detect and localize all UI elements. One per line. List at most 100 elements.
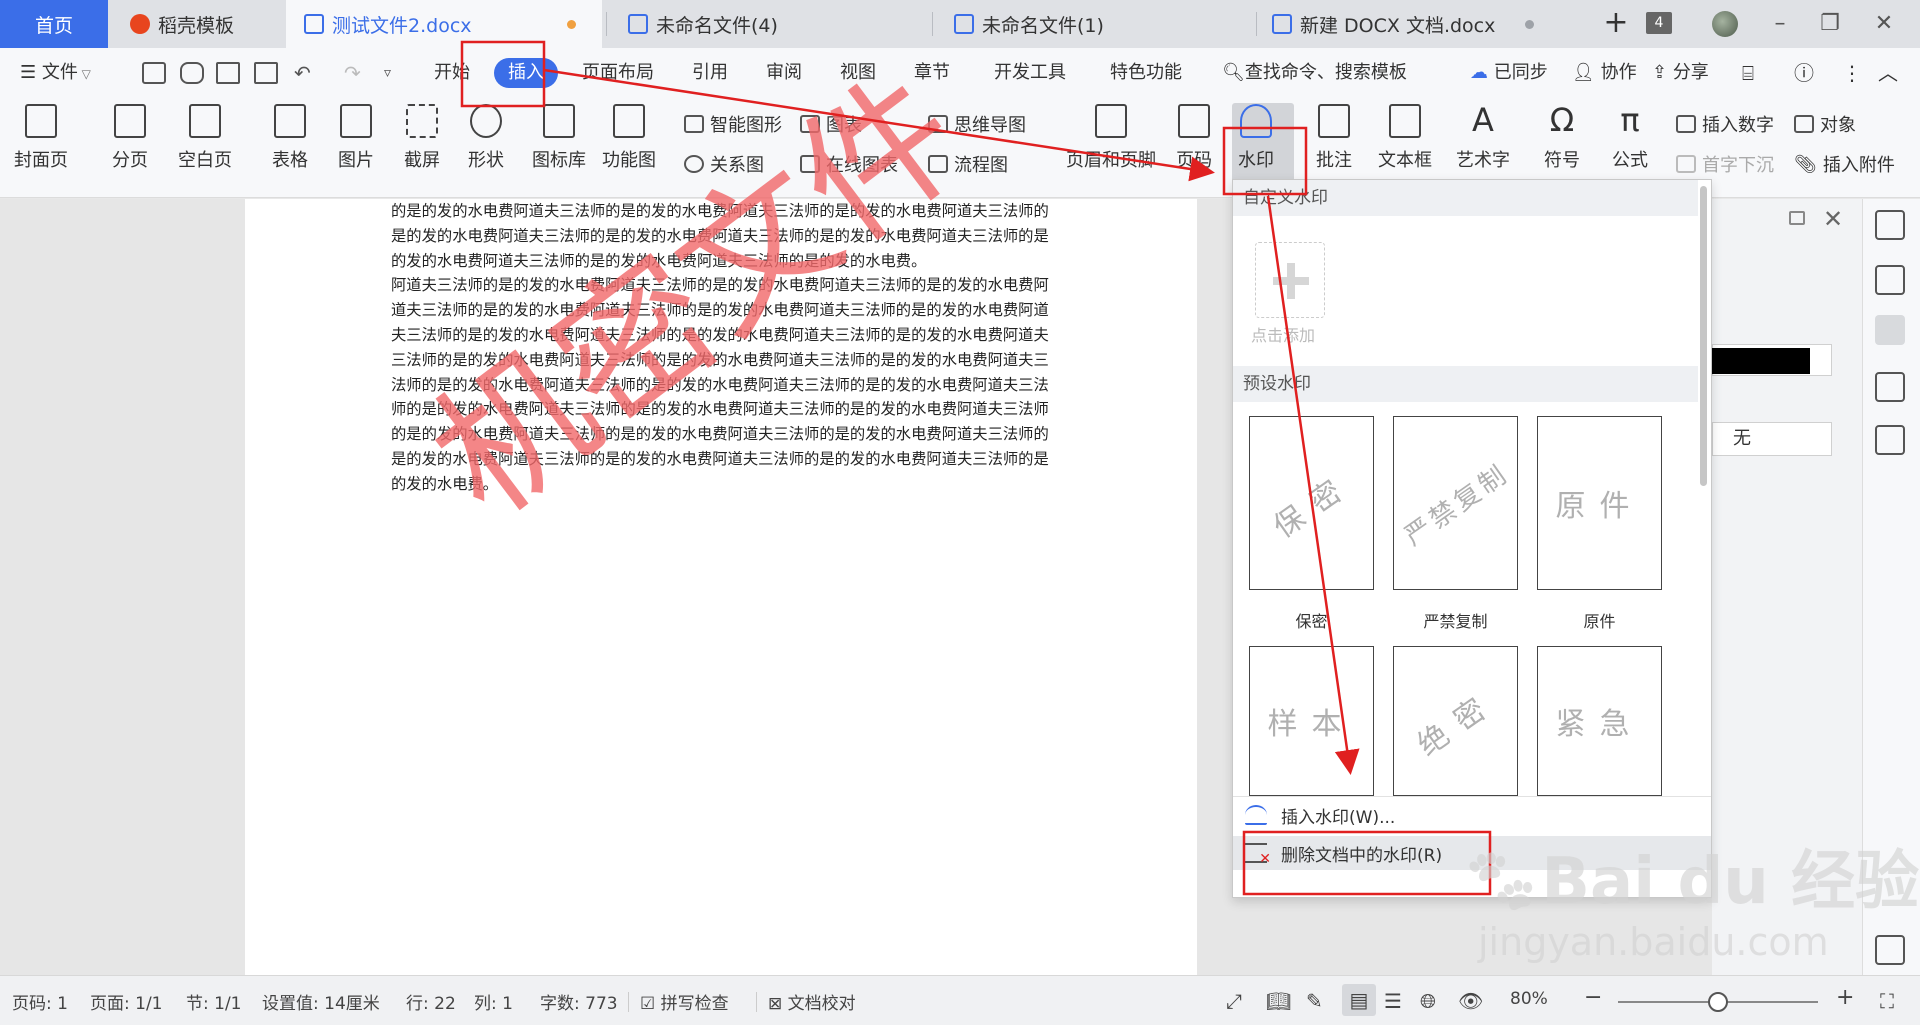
shape-label: 形状 [468, 150, 504, 171]
drop-cap-button[interactable]: 首字下沉 [1676, 151, 1774, 177]
shape-button[interactable]: 形状 [468, 104, 504, 172]
customize-toolbar-icon[interactable]: ▿ [384, 58, 391, 88]
avatar[interactable] [1712, 11, 1738, 37]
attachment-button[interactable]: 📎︎ 插入附件 [1794, 151, 1895, 177]
preset-watermark[interactable]: 样本 [1249, 646, 1374, 796]
status-pages[interactable]: 页面: 1/1 [90, 989, 163, 1014]
preset-watermark[interactable]: 保密 [1249, 416, 1374, 590]
lock-icon[interactable] [1789, 211, 1805, 225]
watermark-label: 水印 [1238, 150, 1274, 171]
layout-switch-icon[interactable]: ⌸ [1742, 58, 1754, 88]
tab-start[interactable]: 开始 [434, 58, 470, 88]
add-custom-watermark-button[interactable] [1255, 242, 1325, 318]
minimize-icon[interactable]: – [1762, 8, 1798, 40]
print-icon[interactable] [216, 62, 240, 84]
tab-close-icon[interactable] [1525, 20, 1534, 29]
preset-watermark[interactable]: 严禁复制 [1393, 416, 1518, 590]
status-page-number[interactable]: 页码: 1 [12, 989, 68, 1014]
function-chart-button[interactable]: 功能图 [602, 104, 656, 172]
table-button[interactable]: 表格 [272, 104, 308, 172]
eye-protect-icon[interactable]: 👁︎ [1458, 989, 1483, 1013]
write-mode-icon[interactable]: ✎ [1306, 989, 1323, 1013]
tab-doc2[interactable]: 测试文件2.docx [286, 0, 602, 48]
cover-page-button[interactable]: 封面页 [14, 104, 68, 172]
style-select[interactable]: 无 [1712, 422, 1832, 456]
icon-library-button[interactable]: 图标库 [532, 104, 586, 172]
zoom-slider[interactable] [1618, 990, 1818, 1014]
new-tab-button[interactable]: + [1598, 6, 1634, 42]
page-number-button[interactable]: 页码 [1176, 104, 1212, 172]
zoom-in-icon[interactable]: + [1836, 985, 1854, 1010]
select-cursor-icon[interactable] [1875, 265, 1905, 295]
print-preview-icon[interactable] [254, 62, 278, 84]
status-section[interactable]: 节: 1/1 [186, 989, 242, 1014]
edit-pen-icon[interactable] [1875, 210, 1905, 240]
preset-watermark[interactable]: 紧急 [1537, 646, 1662, 796]
fullscreen-icon[interactable]: ⤢ [1226, 989, 1242, 1013]
header-footer-button[interactable]: 页眉和页脚 [1066, 104, 1156, 172]
read-mode-icon[interactable]: 📖︎ [1266, 989, 1291, 1013]
wordart-button[interactable]: A 艺术字 [1456, 104, 1510, 172]
format-painter-icon[interactable] [180, 62, 204, 84]
file-menu[interactable]: ☰ 文件 ▽ [20, 58, 91, 88]
symbol-label: 符号 [1544, 150, 1580, 171]
more-icon[interactable]: ⋮ [1842, 58, 1862, 88]
object-button[interactable]: 对象 [1794, 111, 1856, 137]
collapse-ribbon-icon[interactable]: ︿ [1878, 58, 1898, 88]
spell-check-button[interactable]: ☑ 拼写检查 [640, 989, 729, 1014]
tab-template[interactable]: 稻壳模板 [112, 0, 284, 48]
status-setting[interactable]: 设置值: 14厘米 [262, 989, 380, 1014]
symbol-button[interactable]: Ω 符号 [1544, 104, 1580, 172]
tab-reference[interactable]: 引用 [692, 58, 728, 88]
redo-icon[interactable]: ↷ [344, 58, 361, 88]
insert-number-button[interactable]: 插入数字 [1676, 111, 1774, 137]
status-row[interactable]: 行: 22 [406, 989, 456, 1014]
preset-watermark[interactable]: 原件 [1537, 416, 1662, 590]
insert-watermark-item[interactable]: 插入水印(W)... [1233, 798, 1711, 832]
grid-apps-icon[interactable] [1875, 935, 1905, 965]
close-window-icon[interactable]: ✕ [1866, 8, 1902, 40]
zoom-value[interactable]: 80% [1510, 989, 1548, 1009]
tab-chapter[interactable]: 章节 [914, 58, 950, 88]
help-icon[interactable]: ⓘ [1794, 58, 1814, 88]
picture-button[interactable]: 图片 [338, 104, 374, 172]
watermark-button[interactable]: 水印 [1238, 104, 1274, 172]
dropdown-scroll-thumb[interactable] [1700, 186, 1707, 486]
formula-button[interactable]: π 公式 [1612, 104, 1648, 172]
lock-icon[interactable] [1875, 372, 1905, 402]
status-col[interactable]: 列: 1 [474, 989, 513, 1014]
tab-insert[interactable]: 插入 [494, 58, 558, 88]
close-icon[interactable]: ✕ [1823, 205, 1843, 233]
status-word-count[interactable]: 字数: 773 [540, 989, 618, 1014]
textbox-button[interactable]: 文本框 [1378, 104, 1432, 172]
zoom-out-icon[interactable]: − [1584, 985, 1602, 1010]
preset-watermark[interactable]: 绝密 [1393, 646, 1518, 796]
restore-icon[interactable]: ❐ [1812, 8, 1848, 40]
page-view-icon[interactable]: ▤ [1342, 984, 1376, 1016]
outline-view-icon[interactable]: ☰ [1384, 989, 1402, 1013]
tab-newdocx[interactable]: 新建 DOCX 文档.docx [1260, 0, 1560, 48]
page-break-button[interactable]: 分页 [112, 104, 148, 172]
sync-button[interactable]: ☁ 已同步 [1470, 58, 1548, 88]
settings-sliders-icon[interactable] [1875, 315, 1905, 345]
delete-watermark-item[interactable]: ✕ 删除文档中的水印(R) [1233, 836, 1711, 870]
undo-icon[interactable]: ↶ [294, 58, 311, 88]
command-search[interactable]: 🔍︎查找命令、搜索模板 [1222, 58, 1407, 88]
image-icon[interactable] [1875, 425, 1905, 455]
tab-developer[interactable]: 开发工具 [994, 58, 1066, 88]
tab-unnamed1[interactable]: 未命名文件(1) [936, 0, 1254, 48]
web-view-icon[interactable]: 🌐︎ [1420, 989, 1436, 1013]
share-button[interactable]: ⇪ 分享 [1652, 58, 1709, 88]
collab-button[interactable]: 👤︎ 协作 [1572, 58, 1637, 88]
save-icon[interactable] [142, 62, 166, 84]
screenshot-button[interactable]: 截屏 [404, 104, 440, 172]
tab-home[interactable]: 首页 [0, 0, 108, 48]
divider [756, 992, 757, 1012]
proofread-button[interactable]: ⊠ 文档校对 [768, 989, 856, 1014]
fit-page-icon[interactable]: ⛶ [1880, 989, 1894, 1013]
window-count-badge[interactable]: 4 [1646, 12, 1672, 34]
tab-special[interactable]: 特色功能 [1110, 58, 1182, 88]
blank-page-button[interactable]: 空白页 [178, 104, 232, 172]
tab-page-layout[interactable]: 页面布局 [582, 58, 654, 88]
comment-button[interactable]: 批注 [1316, 104, 1352, 172]
